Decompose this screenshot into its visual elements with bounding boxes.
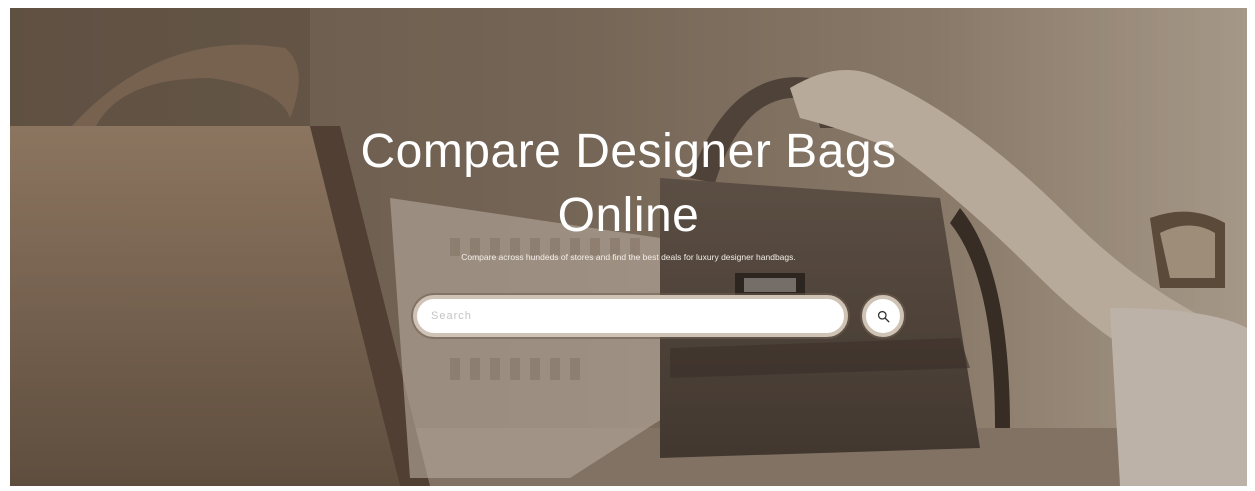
search-button[interactable] [862,295,904,337]
search-input[interactable] [413,295,848,337]
page-title-line-1: Compare Designer Bags [360,125,897,178]
page-subtitle: Compare across hundeds of stores and fin… [461,252,796,262]
search-icon [877,310,890,323]
hero-content: Compare Designer Bags Online Compare acr… [10,8,1247,486]
page-title-line-2: Online [557,189,700,242]
hero-banner: Compare Designer Bags Online Compare acr… [10,8,1247,486]
search-bar [413,295,904,341]
page-title: Compare Designer Bags Online [10,120,1247,248]
